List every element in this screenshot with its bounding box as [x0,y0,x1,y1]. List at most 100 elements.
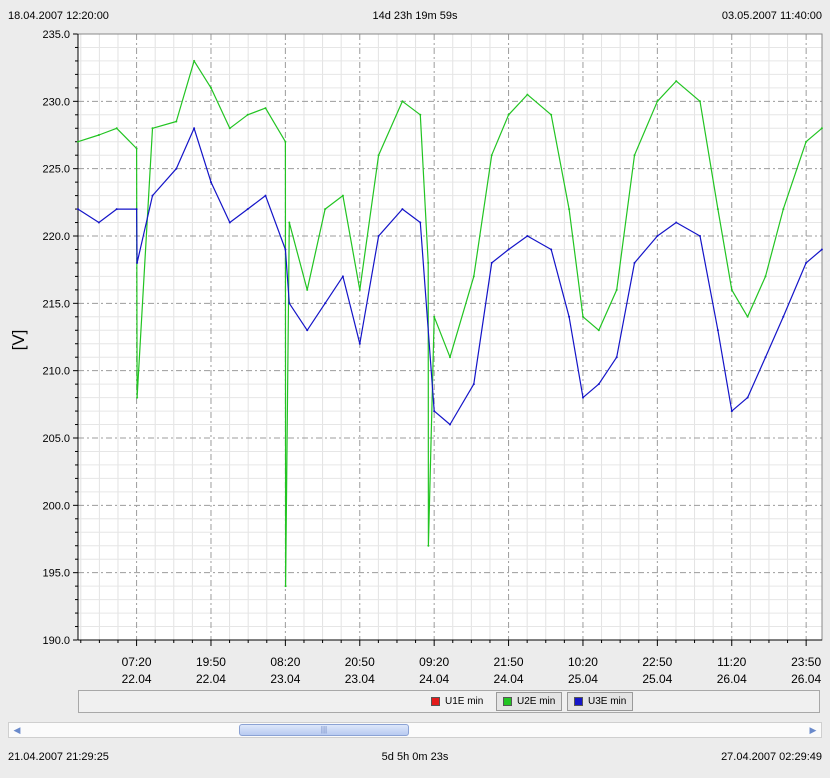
data-point-u3e [675,221,678,224]
data-point-u2e [135,147,138,150]
scrollbar-thumb[interactable]: ||| [239,724,409,736]
time-scrollbar[interactable]: ◀ ||| ▶ [8,722,822,738]
y-axis-label: [V] [9,330,28,351]
data-point-u2e [805,140,808,143]
legend-label-u3e: U3E min [588,696,627,707]
legend-item-u2e[interactable]: U2E min [496,692,563,711]
data-point-u2e [449,356,451,359]
x-tick-time-label: 09:20 [419,655,449,669]
legend-swatch-u2e [503,697,512,706]
voltage-chart[interactable]: 190.0 195.0 200.0 205.0 210.0 215.0 220.0 225.0… [0,0,830,690]
data-point-u2e [151,127,154,130]
data-point-u2e [210,86,212,89]
data-point-u3e [151,194,154,197]
view-info-row: 21.04.2007 21:29:25 5d 5h 0m 23s 27.04.2… [0,751,830,767]
data-point-u2e [782,208,785,211]
x-tick-time-label: 11:20 [717,655,746,669]
chevron-left-icon[interactable]: ◀ [10,723,24,737]
legend-swatch-u1e [431,697,440,706]
data-point-u3e [582,396,584,399]
x-tick-date-label: 23.04 [345,672,375,686]
legend-item-u3e[interactable]: U3E min [567,692,634,711]
x-tick-time-label: 08:20 [270,655,300,669]
legend-item-u1e[interactable]: U1E min [425,692,489,711]
data-point-u2e [427,544,430,547]
data-point-u2e [675,80,678,83]
x-tick-date-label: 22.04 [196,672,226,686]
data-point-u2e [358,288,361,291]
data-point-u3e [193,127,196,130]
data-point-u2e [507,113,510,116]
data-point-u2e [306,288,309,291]
data-point-u2e [472,275,475,278]
x-tick-date-label: 24.04 [494,672,524,686]
data-point-u2e [377,154,380,157]
data-point-u3e [77,208,79,211]
y-tick-label: 210.0 [42,366,70,378]
data-point-u3e [341,275,344,278]
data-point-u2e [284,140,287,143]
data-point-u3e [568,315,571,318]
x-tick-time-label: 10:20 [568,655,598,669]
x-tick-date-label: 25.04 [642,672,672,686]
y-tick-label: 195.0 [42,568,70,580]
data-point-u2e [284,585,287,588]
data-point-u3e [730,410,733,413]
data-point-u2e [115,127,118,130]
x-tick-time-label: 20:50 [345,655,375,669]
data-point-u2e [136,396,139,399]
data-point-u3e [136,261,139,264]
data-point-u3e [472,383,475,386]
legend-swatch-u3e [574,697,583,706]
data-point-u2e [433,315,436,318]
data-point-u3e [324,302,327,305]
data-point-u3e [615,356,618,359]
data-point-u3e [210,181,212,184]
data-point-u2e [568,208,571,211]
data-point-u2e [427,261,430,264]
y-tick-label: 200.0 [42,500,70,512]
data-point-u2e [526,93,529,96]
y-tick-label: 190.0 [42,635,70,647]
y-tick-label: 230.0 [42,96,70,108]
data-point-u3e [246,208,249,211]
data-point-u3e [805,261,808,264]
y-tick-label: 235.0 [42,29,70,41]
data-point-u2e [615,288,618,291]
data-point-u3e [764,356,767,359]
data-point-u3e [782,315,785,318]
y-tick-label: 205.0 [42,433,70,445]
data-point-u2e [228,127,231,130]
data-point-u2e [288,221,291,224]
data-point-u2e [699,100,701,103]
data-point-u3e [419,221,422,224]
data-point-u2e [582,315,584,318]
x-tick-date-label: 26.04 [791,672,821,686]
data-point-u3e [550,248,553,251]
y-tick-label: 225.0 [42,164,70,176]
data-point-u2e [77,140,79,143]
x-tick-time-label: 07:20 [122,655,152,669]
data-point-u3e [228,221,231,224]
data-point-u2e [341,194,344,197]
data-point-u2e [490,154,493,157]
data-point-u2e [264,107,267,110]
data-point-u2e [246,113,249,116]
data-point-u2e [175,120,178,123]
data-point-u3e [135,208,138,211]
data-point-u2e [193,59,196,62]
data-point-u3e [377,235,380,237]
data-point-u2e [419,113,422,116]
data-point-u3e [306,329,309,332]
x-tick-time-label: 22:50 [642,655,672,669]
data-point-u3e [490,261,493,264]
data-point-u3e [433,410,436,413]
x-tick-date-label: 25.04 [568,672,598,686]
data-point-u3e [115,208,118,211]
data-point-u3e [288,302,291,305]
data-point-u3e [820,248,823,251]
chevron-right-icon[interactable]: ▶ [806,723,820,737]
data-point-u2e [401,100,404,103]
data-point-u2e [746,315,749,318]
x-tick-date-label: 24.04 [419,672,449,686]
